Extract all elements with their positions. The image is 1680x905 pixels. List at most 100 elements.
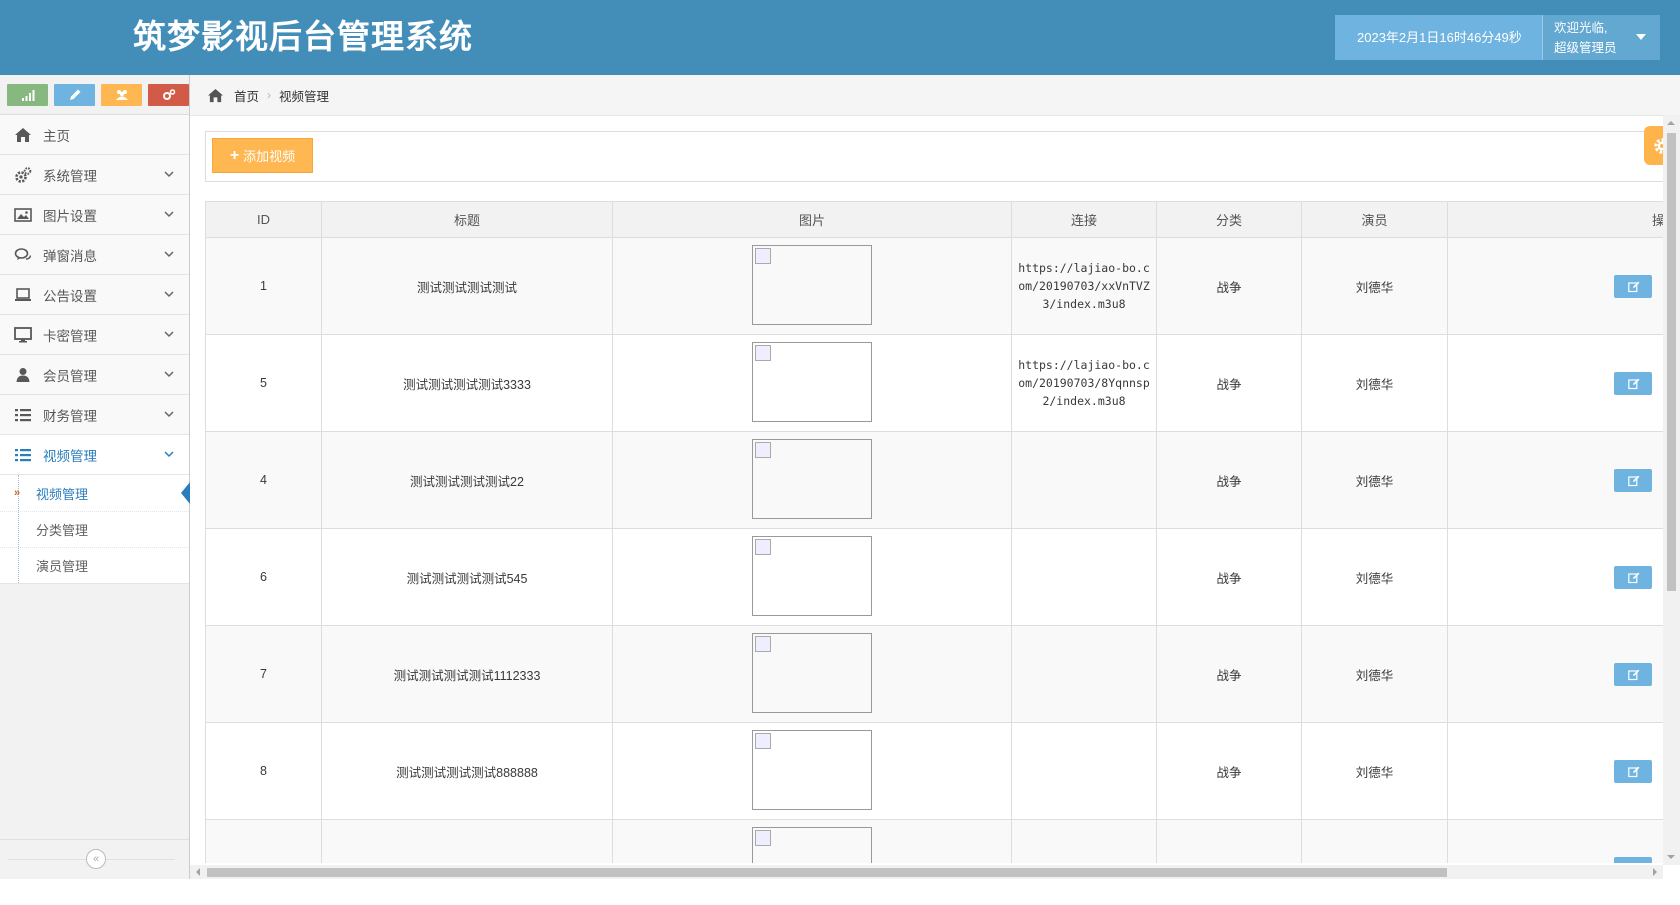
broken-image-icon <box>752 535 872 616</box>
user-menu[interactable]: 欢迎光临, 超级管理员 <box>1542 15 1660 60</box>
submenu-item-label: 分类管理 <box>36 523 89 538</box>
list-icon <box>12 406 34 424</box>
sidebar-item-card-keys[interactable]: 卡密管理 <box>0 315 189 355</box>
table-row: 5 测试测试测试测试3333 https://lajiao-bo.com/20190… <box>205 334 1665 432</box>
home-icon <box>12 126 34 144</box>
users-icon <box>115 90 128 100</box>
sidebar-item-system[interactable]: 系统管理 <box>0 155 189 195</box>
cell-actor: 刘德华 <box>1301 528 1448 626</box>
column-header-image: 图片 <box>612 201 1012 238</box>
cell-actor <box>1301 819 1448 863</box>
cell-category: 战争 <box>1156 237 1302 335</box>
sidebar-item-members[interactable]: 会员管理 <box>0 355 189 395</box>
edit-button[interactable] <box>1614 759 1652 783</box>
sidebar: 主页 系统管理 图片设置 弹窗消息 公告设置 卡密管理 会员管理 财务管理 视频… <box>0 75 190 879</box>
toolbar: + 添加视频 <box>205 131 1680 182</box>
shortcut-users-button[interactable] <box>101 84 142 106</box>
sidebar-item-finance[interactable]: 财务管理 <box>0 395 189 435</box>
add-video-button[interactable]: + 添加视频 <box>212 138 313 173</box>
cogs-icon <box>12 166 34 184</box>
cogs-icon <box>162 89 175 100</box>
submenu-item-video-manage[interactable]: » 视频管理 <box>0 475 190 511</box>
sidebar-item-label: 系统管理 <box>43 168 97 184</box>
sidebar-item-popup-messages[interactable]: 弹窗消息 <box>0 235 189 275</box>
edit-icon <box>1628 378 1640 389</box>
sidebar-item-label: 卡密管理 <box>43 328 97 344</box>
vertical-scroll-thumb[interactable] <box>1667 133 1676 591</box>
edit-button[interactable] <box>1614 468 1652 492</box>
cell-image <box>612 819 1012 863</box>
video-submenu: » 视频管理 分类管理 演员管理 <box>0 475 190 584</box>
cell-actions <box>1447 431 1665 529</box>
vertical-scrollbar[interactable] <box>1663 115 1680 865</box>
cell-category: 战争 <box>1156 334 1302 432</box>
submenu-item-category-manage[interactable]: 分类管理 <box>0 511 189 547</box>
cell-id: 5 <box>205 334 322 432</box>
broken-image-icon <box>752 632 872 713</box>
cell-title <box>321 819 613 863</box>
header-datetime: 2023年2月1日16时46分49秒 <box>1335 15 1542 60</box>
scroll-down-arrow-icon[interactable] <box>1667 855 1675 859</box>
edit-button[interactable] <box>1614 371 1652 395</box>
column-header-title: 标题 <box>321 201 613 238</box>
horizontal-scroll-thumb[interactable] <box>207 868 1447 877</box>
cell-image <box>612 722 1012 820</box>
sidebar-item-announcements[interactable]: 公告设置 <box>0 275 189 315</box>
cell-link <box>1011 722 1157 820</box>
chevron-down-icon <box>164 451 174 458</box>
shortcut-pencil-button[interactable] <box>54 84 95 106</box>
comments-icon <box>12 246 34 264</box>
double-angle-left-icon[interactable]: « <box>86 849 106 869</box>
app-title: 筑梦影视后台管理系统 <box>133 17 473 56</box>
sidebar-item-label: 会员管理 <box>43 368 97 384</box>
shortcut-signal-button[interactable] <box>7 84 48 106</box>
user-role: 超级管理员 <box>1554 41 1617 55</box>
cell-id <box>205 819 322 863</box>
sidebar-item-video[interactable]: 视频管理 <box>0 435 189 475</box>
cell-category: 战争 <box>1156 722 1302 820</box>
submenu-item-actor-manage[interactable]: 演员管理 <box>0 547 189 583</box>
cell-actor: 刘德华 <box>1301 334 1448 432</box>
table-row: 1 测试测试测试测试 https://lajiao-bo.com/20190703/… <box>205 237 1665 335</box>
home-icon <box>208 88 223 102</box>
edit-button[interactable] <box>1614 565 1652 589</box>
sidebar-item-label: 财务管理 <box>43 408 97 424</box>
edit-icon <box>1628 669 1640 680</box>
app-root: 筑梦影视后台管理系统 2023年2月1日16时46分49秒 欢迎光临, 超级管理… <box>0 0 1680 905</box>
column-header-link: 连接 <box>1011 201 1157 238</box>
edit-button[interactable] <box>1614 662 1652 686</box>
chevron-down-icon <box>164 171 174 178</box>
shortcut-cogs-button[interactable] <box>148 84 189 106</box>
sidebar-item-images[interactable]: 图片设置 <box>0 195 189 235</box>
table-row: 6 测试测试测试测试545 战争 刘德华 <box>205 528 1665 626</box>
table-row: 8 测试测试测试测试888888 战争 刘德华 <box>205 722 1665 820</box>
scroll-up-arrow-icon[interactable] <box>1667 121 1675 125</box>
scroll-right-arrow-icon[interactable] <box>1653 868 1657 876</box>
breadcrumb-home-link[interactable]: 首页 <box>234 86 259 105</box>
cell-image <box>612 528 1012 626</box>
breadcrumb: 首页 › 视频管理 <box>190 75 1680 116</box>
pencil-icon <box>69 89 80 100</box>
cell-title: 测试测试测试测试1112333 <box>321 625 613 723</box>
cell-actions <box>1447 528 1665 626</box>
cell-id: 8 <box>205 722 322 820</box>
cell-category <box>1156 819 1302 863</box>
chevron-down-icon <box>164 411 174 418</box>
laptop-icon <box>12 286 34 304</box>
horizontal-scrollbar[interactable] <box>190 865 1663 879</box>
table-row: 4 测试测试测试测试22 战争 刘德华 <box>205 431 1665 529</box>
edit-button[interactable] <box>1614 856 1652 863</box>
sidebar-item-label: 视频管理 <box>43 448 97 464</box>
table-row <box>205 819 1665 863</box>
sidebar-item-label: 公告设置 <box>43 288 97 304</box>
submenu-item-label: 视频管理 <box>36 486 89 502</box>
edit-icon <box>1628 475 1640 486</box>
column-header-category: 分类 <box>1156 201 1302 238</box>
sidebar-item-home[interactable]: 主页 <box>0 115 189 155</box>
edit-button[interactable] <box>1614 274 1652 298</box>
cell-title: 测试测试测试测试545 <box>321 528 613 626</box>
active-pointer <box>181 482 190 504</box>
chevron-down-icon <box>164 251 174 258</box>
shortcut-bar <box>0 75 189 115</box>
scroll-left-arrow-icon[interactable] <box>196 868 200 876</box>
